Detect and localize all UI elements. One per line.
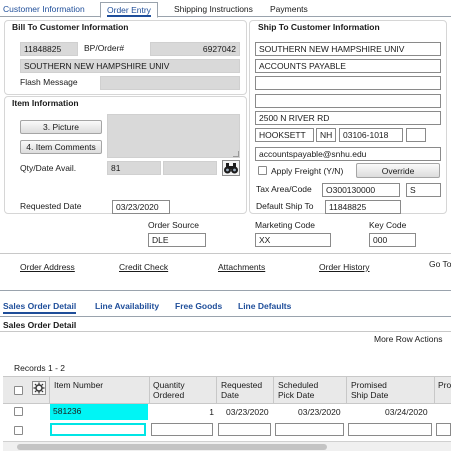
item-number-value: 581236 (53, 406, 82, 416)
flash-message-value (100, 76, 240, 90)
col-promised-truncated[interactable]: Pro (438, 380, 451, 390)
ship-to-state[interactable]: NH (316, 128, 336, 142)
ship-to-zip[interactable]: 03106-1018 (339, 128, 403, 142)
default-ship-to-input[interactable]: 11848825 (325, 200, 401, 214)
ship-to-zip-ext[interactable] (406, 128, 426, 142)
qty-date-label: Qty/Date Avail. (20, 163, 77, 173)
key-code-label: Key Code (369, 220, 407, 230)
tab-order-entry-label: Order Entry (107, 5, 151, 17)
sales-order-detail-title: Sales Order Detail (3, 320, 77, 330)
apply-freight-label: Apply Freight (Y/N) (271, 166, 344, 176)
marketing-code-label: Marketing Code (255, 220, 316, 230)
tab-line-availability[interactable]: Line Availability (95, 301, 159, 311)
qty-available-value: 81 (107, 161, 161, 175)
tab-order-entry[interactable]: Order Entry (100, 2, 158, 18)
item-number-cell[interactable]: 581236 (50, 404, 148, 420)
records-count: Records 1 - 2 (14, 363, 66, 373)
pick-date-input[interactable] (275, 423, 344, 436)
order-source-label: Order Source (148, 220, 200, 230)
col-requested-date[interactable]: Requested Date (221, 380, 271, 400)
bp-order-label: BP/Order# (84, 43, 125, 53)
bp-order-value: 6927042 (150, 42, 240, 56)
apply-freight-checkbox[interactable] (258, 166, 267, 175)
promised-input[interactable] (436, 423, 451, 436)
col-promised-ship-date[interactable]: Promised Ship Date (351, 380, 406, 400)
bill-to-account: 11848825 (20, 42, 78, 56)
col-sep (149, 376, 150, 404)
requested-date-input-row[interactable] (218, 423, 271, 436)
tab-free-goods[interactable]: Free Goods (175, 301, 222, 311)
resize-grip-icon[interactable] (233, 151, 239, 157)
col-item-number[interactable]: Item Number (54, 380, 124, 390)
quantity-input[interactable] (151, 423, 213, 436)
order-source-input[interactable]: DLE (148, 233, 206, 247)
ship-to-line3[interactable] (255, 76, 441, 90)
tab-shipping-instructions[interactable]: Shipping Instructions (174, 2, 253, 17)
tab-payments[interactable]: Payments (270, 2, 308, 17)
section-divider (0, 290, 451, 291)
go-to-label[interactable]: Go To (429, 259, 451, 269)
bill-to-title: Bill To Customer Information (12, 22, 129, 32)
order-address-link[interactable]: Order Address (20, 262, 75, 272)
settings-grid-icon[interactable] (32, 381, 46, 395)
tab-sales-order-detail[interactable]: Sales Order Detail (3, 301, 77, 314)
flash-message-label: Flash Message (20, 77, 78, 87)
requested-date-value[interactable]: 03/23/2020 (226, 407, 269, 417)
default-ship-to-label: Default Ship To (256, 201, 314, 211)
item-picture-area (107, 114, 240, 158)
item-number-input[interactable] (50, 423, 146, 436)
qty-available-date (163, 161, 217, 175)
row-select-checkbox[interactable] (14, 426, 23, 435)
select-all-checkbox[interactable] (14, 386, 23, 395)
key-code-input[interactable]: 000 (369, 233, 416, 247)
ship-to-email[interactable]: accountspayable@snhu.edu (255, 147, 441, 161)
requested-date-input[interactable]: 03/23/2020 (112, 200, 170, 214)
order-history-link[interactable]: Order History (319, 262, 370, 272)
credit-check-link[interactable]: Credit Check (119, 262, 168, 272)
binoculars-icon[interactable] (222, 160, 240, 176)
col-sep (434, 376, 435, 404)
detail-title-divider (0, 331, 451, 332)
item-info-title: Item Information (12, 98, 79, 108)
col-quantity-ordered[interactable]: Quantity Ordered (153, 380, 203, 400)
col-sep (273, 376, 274, 404)
detail-tab-bar: Sales Order Detail Line Availability Fre… (0, 297, 451, 317)
tab-line-defaults[interactable]: Line Defaults (238, 301, 291, 311)
col-scheduled-pick-date[interactable]: Scheduled Pick Date (278, 380, 333, 400)
ship-to-city[interactable]: HOOKSETT (255, 128, 314, 142)
top-tab-bar: Customer Information Order Entry Shippin… (0, 0, 451, 18)
ship-to-line1[interactable]: SOUTHERN NEW HAMPSHIRE UNIV (255, 42, 441, 56)
ship-date-input[interactable] (348, 423, 432, 436)
ship-to-line2[interactable]: ACCOUNTS PAYABLE (255, 59, 441, 73)
scrollbar-thumb[interactable] (17, 444, 327, 450)
more-row-actions[interactable]: More Row Actions (374, 334, 443, 344)
col-sep (346, 376, 347, 404)
override-button[interactable]: Override (356, 163, 440, 178)
col-sep (216, 376, 217, 404)
ship-to-street[interactable]: 2500 N RIVER RD (255, 111, 441, 125)
tax-area-label: Tax Area/Code (256, 184, 312, 194)
tab-customer-information[interactable]: Customer Information (3, 2, 85, 17)
requested-date-label: Requested Date (20, 201, 82, 211)
links-divider-top (0, 253, 451, 254)
item-comments-button[interactable]: 4. Item Comments (20, 140, 102, 154)
quantity-value[interactable]: 1 (150, 407, 214, 417)
marketing-code-input[interactable]: XX (255, 233, 331, 247)
tax-code-input[interactable]: S (406, 183, 441, 197)
horizontal-scrollbar[interactable] (3, 441, 451, 451)
ship-to-title: Ship To Customer Information (258, 22, 380, 32)
picture-button[interactable]: 3. Picture (20, 120, 102, 134)
attachments-link[interactable]: Attachments (218, 262, 265, 272)
bill-to-name: SOUTHERN NEW HAMPSHIRE UNIV (20, 59, 240, 73)
ship-date-value[interactable]: 03/24/2020 (385, 407, 428, 417)
pick-date-value[interactable]: 03/23/2020 (298, 407, 341, 417)
tax-area-input[interactable]: O300130000 (322, 183, 400, 197)
row-select-checkbox[interactable] (14, 407, 23, 416)
col-sep (49, 376, 50, 404)
ship-to-line4[interactable] (255, 94, 441, 108)
